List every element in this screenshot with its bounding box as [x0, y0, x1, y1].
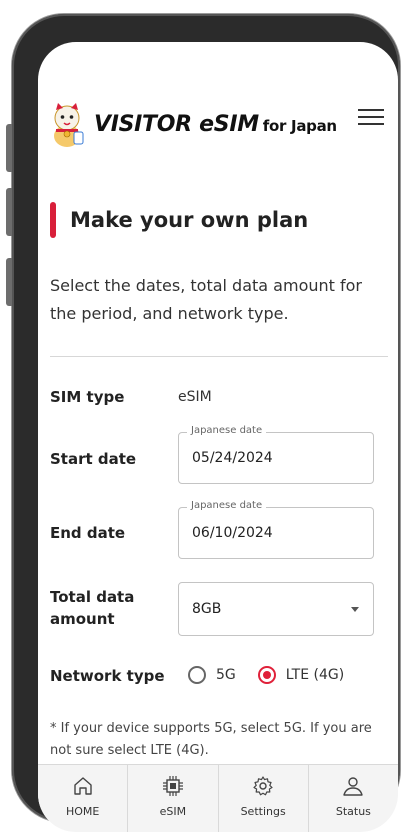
- bottom-nav: HOME eSIM Settings Status: [38, 764, 398, 832]
- nav-label-settings: Settings: [240, 805, 286, 818]
- start-date-value: 05/24/2024: [192, 450, 273, 466]
- end-date-field[interactable]: Japanese date 06/10/2024: [178, 500, 374, 559]
- divider: [50, 356, 388, 357]
- accent-bar: [50, 202, 56, 238]
- phone-frame: VISITOR eSIM for Japan Make your own plan…: [6, 14, 400, 832]
- brand-name: VISITOR eSIM: [94, 112, 259, 137]
- radio-5g[interactable]: [188, 666, 206, 684]
- home-icon: [73, 777, 92, 795]
- nav-item-esim[interactable]: eSIM: [128, 765, 219, 832]
- radio-5g-label[interactable]: 5G: [216, 667, 236, 683]
- end-date-legend: Japanese date: [187, 500, 267, 511]
- phone-screen: VISITOR eSIM for Japan Make your own plan…: [38, 42, 398, 832]
- radio-lte[interactable]: [257, 666, 276, 684]
- end-date-value: 06/10/2024: [192, 525, 273, 541]
- data-amount-label: Total data amount: [50, 588, 135, 628]
- network-type-label: Network type: [50, 667, 165, 685]
- nav-item-home[interactable]: HOME: [38, 765, 129, 832]
- sim-type-label: SIM type: [50, 388, 125, 406]
- data-amount-select[interactable]: 8GB: [178, 582, 374, 636]
- app-header: VISITOR eSIM for Japan: [38, 100, 398, 156]
- start-date-field[interactable]: Japanese date 05/24/2024: [178, 425, 374, 484]
- data-amount-value: 8GB: [192, 601, 222, 617]
- radio-lte-label[interactable]: LTE (4G): [286, 667, 344, 683]
- nav-item-settings[interactable]: Settings: [219, 765, 309, 832]
- nav-label-home: HOME: [65, 805, 100, 818]
- nav-item-status[interactable]: Status: [309, 765, 398, 832]
- nav-label-esim: eSIM: [159, 805, 187, 818]
- section-header: Make your own plan: [50, 202, 308, 238]
- chip-icon: [162, 776, 183, 796]
- gear-icon: [253, 776, 273, 796]
- network-type-radio-group: 5G LTE (4G): [188, 666, 366, 684]
- page-title: Make your own plan: [70, 208, 309, 232]
- chevron-down-icon: [351, 607, 359, 612]
- page-content: VISITOR eSIM for Japan Make your own plan…: [38, 42, 398, 762]
- brand-title: VISITOR eSIM for Japan: [94, 112, 337, 137]
- intro-text: Select the dates, total data amount for …: [50, 276, 362, 323]
- network-note: * If your device supports 5G, select 5G.…: [50, 721, 372, 758]
- sim-type-value: eSIM: [178, 389, 212, 405]
- lucky-cat-mascot-icon: [54, 103, 84, 147]
- user-icon: [343, 777, 364, 796]
- brand-subtitle: for Japan: [262, 117, 337, 135]
- start-date-legend: Japanese date: [187, 425, 267, 436]
- hamburger-menu-icon[interactable]: [358, 104, 384, 126]
- nav-label-status: Status: [335, 805, 371, 818]
- end-date-label: End date: [50, 524, 126, 542]
- start-date-label: Start date: [50, 450, 137, 468]
